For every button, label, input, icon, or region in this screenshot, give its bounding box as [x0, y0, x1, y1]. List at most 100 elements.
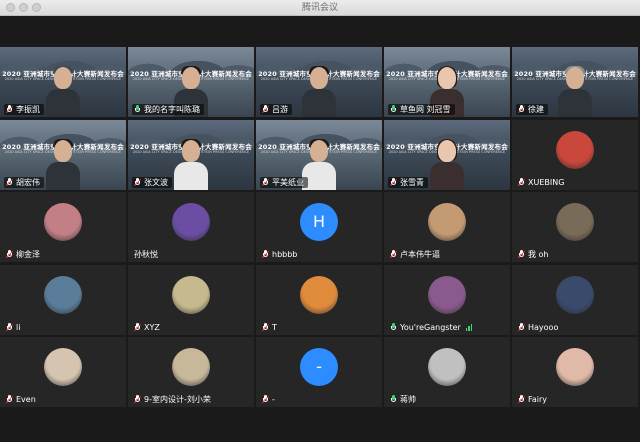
- participant-name-tag: Hayooo: [516, 322, 562, 333]
- signal-strength-icon: [465, 323, 473, 331]
- participant-name: You'reGangster: [400, 322, 461, 332]
- participant-name: 我 oh: [528, 250, 549, 259]
- avatar: [556, 275, 594, 314]
- microphone-muted-icon: [261, 177, 270, 187]
- participant-name-tag: 张雪青: [388, 176, 428, 188]
- participant-name: 我的名字叫陈璐: [144, 105, 200, 114]
- participant-name-tag: 吕游: [260, 104, 292, 115]
- microphone-icon: [390, 105, 397, 114]
- participant-tile[interactable]: Hayooo: [512, 264, 638, 335]
- participant-name-tag: 柳金泽: [4, 249, 44, 260]
- microphone-muted-icon: [389, 250, 398, 259]
- participant-name: 吕游: [272, 105, 288, 114]
- microphone-muted-icon: [261, 322, 270, 332]
- participant-name-tag: 张文波: [132, 176, 172, 188]
- participant-name: Hayooo: [528, 322, 559, 332]
- participant-tile[interactable]: Fairy: [512, 337, 638, 407]
- participant-name: Fairy: [528, 395, 548, 404]
- microphone-muted-icon: [5, 250, 14, 259]
- participant-tile[interactable]: 蒋帅: [384, 337, 510, 407]
- participant-name: T: [272, 322, 277, 332]
- participant-video-person: [46, 138, 80, 190]
- participant-name-tag: 李振凯: [4, 104, 44, 115]
- participant-tile[interactable]: 2020 亚洲城市空间设计大赛新闻发布会 2020 ASIA CITY SPACE…: [128, 47, 254, 117]
- participant-tile[interactable]: 2020 亚洲城市空间设计大赛新闻发布会 2020 ASIA CITY SPACE…: [0, 47, 126, 117]
- microphone-muted-icon: [517, 322, 526, 332]
- participant-video-person: [558, 66, 592, 117]
- microphone-icon: [390, 322, 397, 332]
- avatar: [44, 203, 82, 241]
- participant-name-tag: hbbbb: [260, 249, 301, 260]
- window-title: 腾讯会议: [301, 3, 338, 13]
- microphone-icon: [134, 105, 141, 114]
- participant-tile[interactable]: 2020 亚洲城市空间设计大赛新闻发布会 2020 ASIA CITY SPACE…: [512, 47, 638, 117]
- participant-tile[interactable]: 孙秋悦: [128, 192, 254, 262]
- microphone-muted-icon: [261, 250, 270, 259]
- participant-name-tag: Fairy: [516, 394, 551, 405]
- participant-tile[interactable]: 2020 亚洲城市空间设计大赛新闻发布会 2020 ASIA CITY SPACE…: [128, 119, 254, 190]
- microphone-muted-icon: [261, 395, 270, 404]
- participant-tile[interactable]: XYZ: [128, 264, 254, 335]
- participant-tile[interactable]: 卢本伟牛逼: [384, 192, 510, 262]
- avatar: [428, 275, 466, 314]
- participant-name-tag: 孙秋悦: [132, 249, 162, 260]
- participant-tile[interactable]: 2020 亚洲城市空间设计大赛新闻发布会 2020 ASIA CITY SPACE…: [256, 119, 382, 190]
- participant-name-tag: 徐建: [516, 104, 548, 115]
- participant-name: 张文波: [144, 177, 168, 187]
- avatar: [172, 275, 210, 314]
- microphone-muted-icon: [517, 105, 526, 114]
- participant-name: li: [16, 322, 21, 332]
- participant-name-tag: 9-室内设计-刘小荣: [132, 394, 215, 405]
- meeting-window: 腾讯会议 2020 亚洲城市空间设计大赛新闻发布会 2020 ASIA CITY …: [0, 0, 640, 442]
- microphone-muted-icon: [133, 177, 142, 187]
- letter-avatar: -: [300, 348, 338, 386]
- participant-name-tag: 胡宏伟: [4, 176, 44, 188]
- participant-name: -: [272, 395, 275, 404]
- participant-name: hbbbb: [272, 250, 298, 259]
- participant-name: 草鱼网 刘冠雪: [400, 105, 451, 114]
- participant-tile[interactable]: You'reGangster: [384, 264, 510, 335]
- participant-video-person: [302, 66, 336, 117]
- participant-name: 张雪青: [400, 177, 424, 187]
- participant-tile[interactable]: --: [256, 337, 382, 407]
- microphone-muted-icon: [517, 395, 526, 404]
- participant-name-tag: 草鱼网 刘冠雪: [388, 104, 455, 115]
- participant-video-person: [46, 66, 80, 117]
- microphone-icon: [390, 395, 397, 404]
- participant-name: 9-室内设计-刘小荣: [144, 395, 211, 404]
- avatar: [172, 348, 210, 386]
- participant-name: XYZ: [144, 322, 160, 332]
- participant-tile[interactable]: 2020 亚洲城市空间设计大赛新闻发布会 2020 ASIA CITY SPACE…: [384, 119, 510, 190]
- avatar: [44, 348, 82, 386]
- participant-name: 蒋帅: [400, 395, 416, 404]
- avatar: [428, 203, 466, 241]
- participant-name: 李振凯: [16, 105, 40, 114]
- participant-tile[interactable]: 2020 亚洲城市空间设计大赛新闻发布会 2020 ASIA CITY SPACE…: [0, 119, 126, 190]
- participant-tile[interactable]: XUEBING: [512, 119, 638, 190]
- microphone-muted-icon: [517, 250, 526, 259]
- avatar: [300, 275, 338, 314]
- avatar: [172, 203, 210, 241]
- participant-name: 平美纸业: [272, 177, 304, 187]
- participant-name: 卢本伟牛逼: [400, 250, 440, 259]
- title-bar: 腾讯会议: [0, 0, 640, 16]
- participant-tile[interactable]: T: [256, 264, 382, 335]
- participant-tile[interactable]: li: [0, 264, 126, 335]
- participant-tile[interactable]: Hhbbbb: [256, 192, 382, 262]
- microphone-muted-icon: [133, 322, 142, 332]
- microphone-muted-icon: [5, 105, 14, 114]
- participant-name-tag: XYZ: [132, 322, 164, 333]
- participant-name-tag: You'reGangster: [388, 322, 476, 333]
- avatar: [556, 203, 594, 241]
- participant-name-tag: 我的名字叫陈璐: [132, 104, 204, 115]
- participant-tile[interactable]: 柳金泽: [0, 192, 126, 262]
- participant-tile[interactable]: Even: [0, 337, 126, 407]
- participant-tile[interactable]: 9-室内设计-刘小荣: [128, 337, 254, 407]
- participant-tile[interactable]: 我 oh: [512, 192, 638, 262]
- participant-name: XUEBING: [528, 177, 565, 187]
- participant-name-tag: Even: [4, 394, 40, 405]
- participant-tile[interactable]: 2020 亚洲城市空间设计大赛新闻发布会 2020 ASIA CITY SPACE…: [384, 47, 510, 117]
- participant-tile[interactable]: 2020 亚洲城市空间设计大赛新闻发布会 2020 ASIA CITY SPACE…: [256, 47, 382, 117]
- letter-avatar: H: [300, 203, 338, 241]
- participant-name: 胡宏伟: [16, 177, 40, 187]
